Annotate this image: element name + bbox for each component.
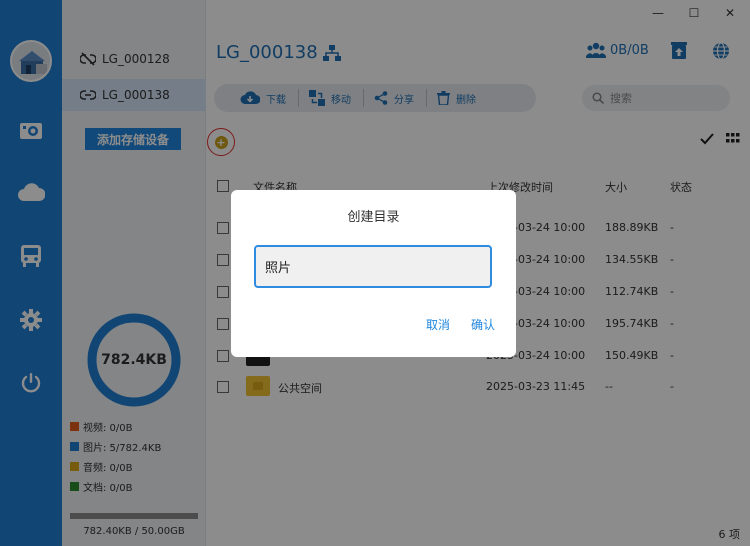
cancel-button[interactable]: 取消 — [426, 316, 450, 333]
confirm-button[interactable]: 确认 — [471, 316, 495, 333]
directory-name-input[interactable] — [254, 245, 492, 288]
dialog-title: 创建目录 — [347, 210, 400, 225]
create-directory-dialog: 创建目录 取消 确认 — [231, 190, 516, 357]
